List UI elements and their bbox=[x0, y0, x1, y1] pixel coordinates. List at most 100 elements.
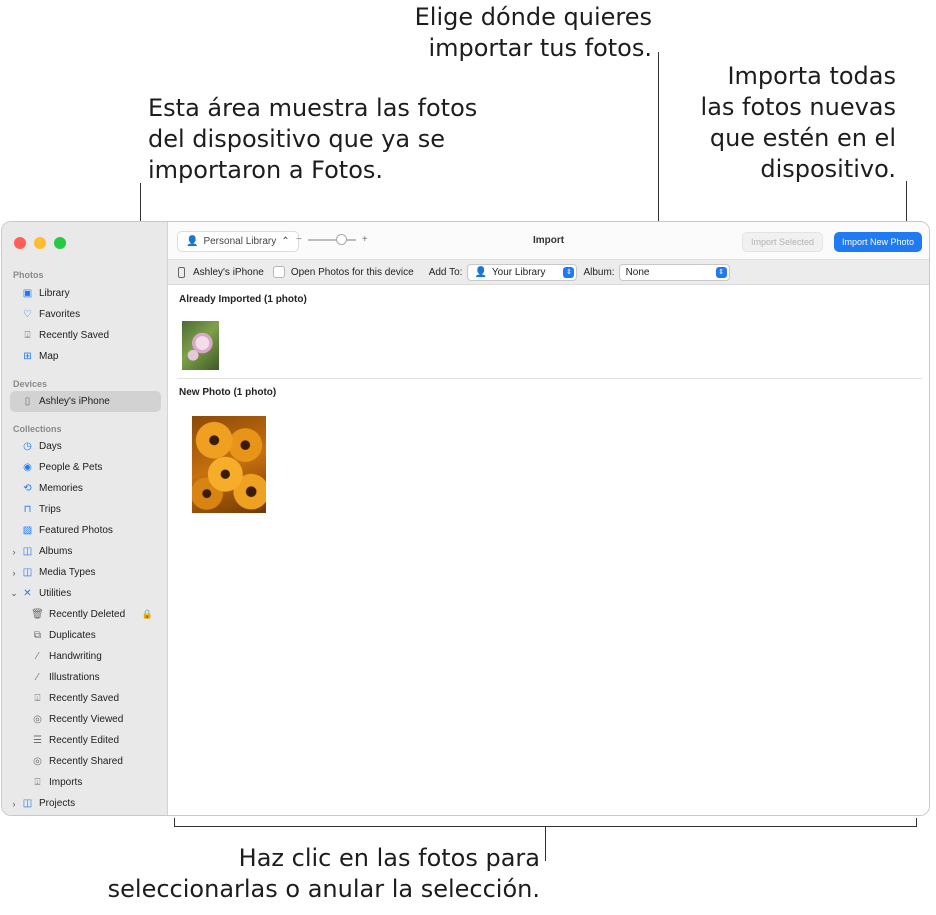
edit-icon: ☰ bbox=[33, 735, 42, 746]
sidebar-item-label: Library bbox=[39, 288, 70, 299]
guide-line-bottom bbox=[545, 827, 546, 861]
sidebar-item-label: Map bbox=[39, 351, 59, 362]
tray-icon: ⍗ bbox=[24, 330, 31, 341]
sidebar-item-imports[interactable]: ⍗ Imports bbox=[10, 772, 161, 793]
illustration-icon: ∕ bbox=[36, 672, 39, 683]
photos-window: Photos ▣ Library ♡ Favorites ⍗ Recently … bbox=[1, 221, 930, 816]
import-icon: ⍗ bbox=[34, 777, 41, 788]
sidebar-item-label: Trips bbox=[39, 504, 61, 515]
sidebar-item-label: Memories bbox=[39, 483, 83, 494]
sidebar-item-recently-shared[interactable]: ◎ Recently Shared bbox=[10, 751, 161, 772]
sidebar-item-label: Albums bbox=[39, 546, 73, 557]
sidebar-item-label: Recently Shared bbox=[49, 756, 123, 767]
sidebar-item-label: Handwriting bbox=[49, 651, 102, 662]
sidebar-item-label: Days bbox=[39, 441, 62, 452]
zoom-minus: − bbox=[296, 234, 302, 245]
sidebar-item-memories[interactable]: ⟲ Memories bbox=[10, 478, 161, 499]
sidebar-item-label: Projects bbox=[39, 798, 76, 809]
album-select[interactable]: None ⇕ bbox=[618, 263, 730, 281]
sidebar-item-handwriting[interactable]: ⁄ Handwriting bbox=[10, 646, 161, 667]
zoom-slider[interactable]: − + bbox=[296, 233, 368, 245]
sidebar-item-recently-saved[interactable]: ⍗ Recently Saved bbox=[10, 325, 161, 346]
phone-icon bbox=[178, 266, 185, 278]
sidebar-item-device[interactable]: ▯ Ashley's iPhone bbox=[10, 391, 161, 412]
person-icon: 👤 bbox=[186, 236, 199, 247]
imported-photo-thumbnail[interactable] bbox=[182, 321, 219, 370]
import-new-photo-button[interactable]: Import New Photo bbox=[833, 232, 922, 252]
bracket-bottom-right-end bbox=[916, 818, 917, 827]
close-button[interactable] bbox=[14, 237, 26, 249]
eye-icon: ◎ bbox=[33, 714, 42, 725]
tray-icon: ⍗ bbox=[34, 693, 41, 704]
add-to-label: Add To: bbox=[428, 266, 463, 278]
sidebar-item-label: Featured Photos bbox=[39, 525, 113, 536]
album-value: None bbox=[625, 266, 650, 278]
heart-icon: ♡ bbox=[23, 309, 32, 320]
album-label: Album: bbox=[583, 266, 615, 278]
sidebar-item-label: Recently Deleted bbox=[49, 609, 126, 620]
chevron-updown-icon: ⇕ bbox=[715, 266, 727, 278]
zoom-plus: + bbox=[361, 234, 368, 245]
memories-icon: ⟲ bbox=[23, 483, 32, 494]
sidebar-item-recently-viewed[interactable]: ◎ Recently Viewed bbox=[10, 709, 161, 730]
window-controls bbox=[14, 237, 66, 249]
open-photos-label: Open Photos for this device bbox=[290, 266, 414, 278]
minimize-button[interactable] bbox=[34, 237, 46, 249]
callout-import-all-new: Importa todas las fotos nuevas que estén… bbox=[700, 62, 896, 183]
sidebar-item-label: Media Types bbox=[39, 567, 96, 578]
open-photos-checkbox[interactable] bbox=[272, 266, 285, 278]
sidebar-item-favorites[interactable]: ♡ Favorites bbox=[10, 304, 161, 325]
sidebar: Photos ▣ Library ♡ Favorites ⍗ Recently … bbox=[2, 222, 168, 815]
trash-icon: 🗑 bbox=[31, 609, 44, 620]
section-header-devices: Devices bbox=[13, 379, 48, 389]
import-selected-button[interactable]: Import Selected bbox=[741, 232, 823, 252]
device-name: Ashley's iPhone bbox=[193, 266, 264, 278]
sidebar-item-utilities[interactable]: ⌄ ✕ Utilities bbox=[10, 583, 161, 604]
sidebar-item-illustrations[interactable]: ∕ Illustrations bbox=[10, 667, 161, 688]
sidebar-item-projects[interactable]: › ◫ Projects bbox=[10, 793, 161, 814]
callout-choose-destination: Elige dónde quieres importar tus fotos. bbox=[414, 3, 652, 62]
share-icon: ◎ bbox=[33, 756, 42, 767]
sidebar-item-people-pets[interactable]: ◉ People & Pets bbox=[10, 457, 161, 478]
sidebar-item-featured-photos[interactable]: ▨ Featured Photos bbox=[10, 520, 161, 541]
sidebar-item-label: Imports bbox=[49, 777, 83, 788]
new-photo-header: New Photo (1 photo) bbox=[179, 387, 277, 398]
zoom-button[interactable] bbox=[54, 237, 66, 249]
sidebar-item-label: Duplicates bbox=[49, 630, 96, 641]
sidebar-item-recently-saved-util[interactable]: ⍗ Recently Saved bbox=[10, 688, 161, 709]
sidebar-item-label: Utilities bbox=[39, 588, 72, 599]
add-to-value: Your Library bbox=[491, 266, 546, 278]
phone-icon: ▯ bbox=[24, 396, 31, 407]
sidebar-item-map[interactable]: ⊞ Map bbox=[10, 346, 161, 367]
sidebar-item-recently-edited[interactable]: ☰ Recently Edited bbox=[10, 730, 161, 751]
pen-icon: ⁄ bbox=[36, 651, 39, 662]
sidebar-item-label: People & Pets bbox=[39, 462, 103, 473]
chevron-updown-icon: ⌃ bbox=[281, 236, 290, 247]
new-photo-thumbnail[interactable] bbox=[192, 416, 266, 513]
sidebar-item-label: Favorites bbox=[39, 309, 81, 320]
library-selector[interactable]: 👤 Personal Library ⌃ bbox=[177, 231, 299, 252]
chevron-down-icon[interactable]: ⌄ bbox=[10, 588, 18, 599]
sidebar-item-recently-deleted[interactable]: 🗑 Recently Deleted 🔒 bbox=[10, 604, 161, 625]
already-imported-header: Already Imported (1 photo) bbox=[179, 294, 307, 305]
chevron-right-icon[interactable]: › bbox=[10, 547, 18, 557]
bracket-bottom-left-end bbox=[174, 818, 175, 827]
sidebar-item-media-types[interactable]: › ◫ Media Types bbox=[10, 562, 161, 583]
sidebar-item-library[interactable]: ▣ Library bbox=[10, 283, 161, 304]
chevron-right-icon[interactable]: › bbox=[10, 568, 18, 578]
sidebar-item-albums[interactable]: › ◫ Albums bbox=[10, 541, 161, 562]
sidebar-item-trips[interactable]: ⊓ Trips bbox=[10, 499, 161, 520]
person-circle-icon: ◉ bbox=[23, 462, 32, 473]
sidebar-item-days[interactable]: ◷ Days bbox=[10, 436, 161, 457]
folder-icon: ◫ bbox=[22, 546, 33, 557]
sidebar-item-duplicates[interactable]: ⧉ Duplicates bbox=[10, 625, 161, 646]
chevron-right-icon[interactable]: › bbox=[10, 799, 18, 809]
clock-icon: ◷ bbox=[23, 441, 32, 452]
add-to-select[interactable]: 👤 Your Library ⇕ bbox=[467, 263, 578, 281]
zoom-knob[interactable] bbox=[335, 233, 347, 245]
section-header-collections: Collections bbox=[13, 424, 62, 434]
suitcase-icon: ⊓ bbox=[23, 504, 32, 515]
zoom-track[interactable] bbox=[307, 233, 356, 245]
photo-icon: ▨ bbox=[22, 525, 33, 536]
sidebar-item-label: Recently Viewed bbox=[49, 714, 124, 725]
